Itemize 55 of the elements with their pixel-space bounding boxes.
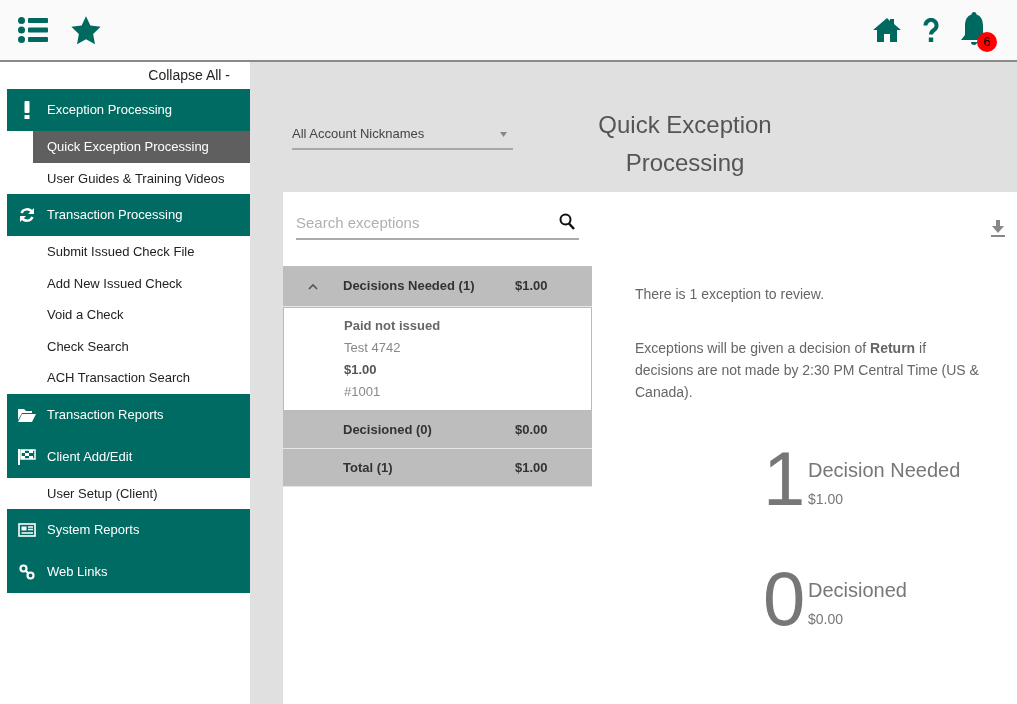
group-header[interactable]: Decisions Needed (1) $1.00 — [283, 266, 592, 307]
exclamation-icon — [24, 101, 30, 119]
link-icon — [19, 564, 35, 580]
group-label: Total (1) — [343, 458, 394, 477]
sidebar-item[interactable]: Add New Issued Check — [33, 267, 250, 299]
group-header[interactable]: Decisioned (0) $0.00 — [283, 411, 592, 449]
dropdown-arrow-icon — [500, 131, 507, 137]
review-message: There is 1 exception to review. — [635, 285, 826, 304]
group-amount: $0.00 — [515, 420, 548, 439]
exception-amount: $1.00 — [344, 361, 377, 379]
folder-icon — [18, 407, 36, 422]
group-label: Decisions Needed (1) — [343, 277, 476, 296]
group-amount: $1.00 — [515, 277, 548, 296]
stat-count: 0 — [763, 561, 807, 637]
stat-label: Decisioned — [808, 577, 907, 603]
sidebar-section[interactable]: System Reports — [7, 509, 250, 551]
account-dropdown[interactable]: All Account Nicknames — [292, 120, 513, 150]
caret-icon[interactable] — [308, 282, 318, 290]
stat-label: Decision Needed — [808, 457, 961, 483]
sidebar-item[interactable]: Quick Exception Processing — [33, 131, 250, 163]
sidebar-item[interactable]: Check Search — [33, 330, 250, 362]
search-field[interactable]: Search exceptions — [296, 206, 579, 240]
group-amount: $1.00 — [515, 458, 548, 477]
page-title: Quick Exception Processing — [597, 110, 773, 178]
refresh-icon — [19, 207, 35, 223]
sidebar-item[interactable]: User Guides & Training Videos — [33, 162, 250, 194]
home-icon[interactable] — [873, 18, 901, 42]
stat-count: 1 — [763, 441, 807, 517]
notification-badge: 6 — [977, 32, 997, 52]
flag-icon — [18, 448, 36, 465]
sidebar-section[interactable]: Client Add/Edit — [7, 435, 250, 478]
sidebar-section[interactable]: Exception Processing — [7, 89, 250, 131]
sidebar-item[interactable]: Submit Issued Check File — [33, 236, 250, 268]
exception-number: #1001 — [344, 383, 381, 401]
collapse-all-link[interactable]: Collapse All - — [148, 65, 230, 86]
sidebar-section[interactable]: Web Links — [7, 551, 250, 593]
help-icon[interactable] — [923, 18, 939, 42]
newspaper-icon — [18, 523, 36, 537]
sidebar-section[interactable]: Transaction Reports — [7, 393, 250, 436]
menu-icon[interactable] — [18, 17, 48, 43]
download-icon[interactable] — [991, 220, 1005, 237]
sidebar-item[interactable]: Void a Check — [33, 299, 250, 331]
stat-amount: $0.00 — [808, 609, 844, 629]
group-label: Decisioned (0) — [343, 420, 433, 439]
exception-name: Test 4742 — [344, 339, 401, 357]
sidebar-item[interactable]: ACH Transaction Search — [33, 362, 250, 394]
stat-amount: $1.00 — [808, 489, 844, 509]
sidebar-section[interactable]: Transaction Processing — [7, 194, 250, 236]
group-header[interactable]: Total (1) $1.00 — [283, 449, 592, 487]
deadline-note: Exceptions will be given a decision of Return if decisions are not made by 2:30 PM Central Time (US & Canada). — [635, 339, 980, 402]
star-icon[interactable] — [71, 15, 101, 45]
exception-type: Paid not issued — [344, 317, 441, 335]
exception-card[interactable]: Paid not issued Test 4742 $1.00 #1001 — [283, 307, 592, 411]
search-icon[interactable] — [559, 213, 575, 230]
sidebar-item[interactable]: User Setup (Client) — [33, 477, 250, 509]
